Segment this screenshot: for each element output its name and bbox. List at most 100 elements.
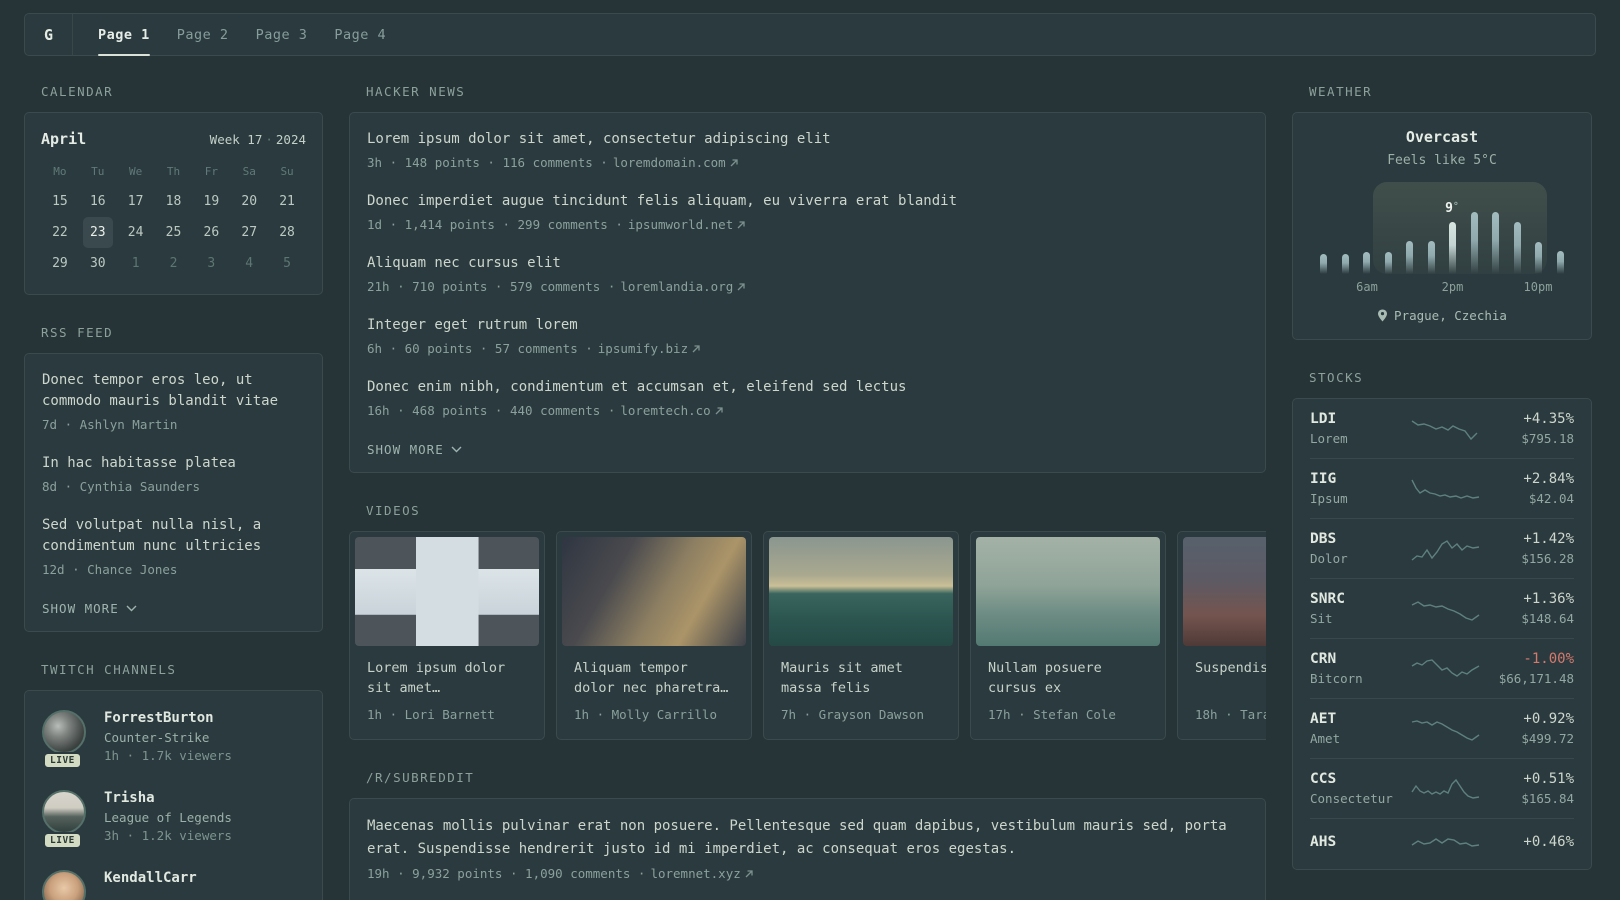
calendar-week-number: Week 17 (209, 132, 263, 147)
hn-item-title[interactable]: Aliquam nec cursus elit (367, 253, 1248, 274)
hn-item: Lorem ipsum dolor sit amet, consectetur … (367, 129, 1248, 170)
stock-price: $499.72 (1521, 731, 1574, 746)
video-thumbnail[interactable] (1183, 537, 1266, 646)
calendar-day[interactable]: 29 (45, 248, 75, 279)
top-nav: G Page 1 Page 2 Page 3 Page 4 (24, 13, 1596, 56)
hn-item: Donec imperdiet augue tincidunt felis al… (367, 191, 1248, 232)
weekday-label: We (129, 165, 143, 178)
stock-symbol[interactable]: CCS (1310, 771, 1406, 787)
subreddit-widget: /R/SUBREDDIT Maecenas mollis pulvinar er… (349, 770, 1266, 900)
hn-item-title[interactable]: Lorem ipsum dolor sit amet, consectetur … (367, 129, 1248, 150)
stock-symbol[interactable]: LDI (1310, 411, 1406, 427)
calendar-day[interactable]: 24 (121, 217, 151, 248)
calendar-day[interactable]: 4 (234, 248, 264, 279)
reddit-post-domain-link[interactable]: loremnet.xyz (650, 866, 753, 881)
calendar-day[interactable]: 28 (272, 217, 302, 248)
video-thumbnail[interactable] (355, 537, 539, 646)
stock-row: AET Amet +0.92% $499.72 (1310, 698, 1574, 758)
video-title[interactable]: Mauris sit amet massa felis (781, 658, 941, 698)
stock-symbol[interactable]: AHS (1310, 834, 1406, 850)
calendar-day[interactable]: 20 (234, 186, 264, 217)
stock-symbol[interactable]: IIG (1310, 471, 1406, 487)
hn-item-title[interactable]: Donec imperdiet augue tincidunt felis al… (367, 191, 1248, 212)
stock-change: +0.51% (1523, 771, 1574, 787)
rss-header: RSS FEED (41, 325, 114, 340)
video-card: Mauris sit amet massa felis 7h · Grayson… (763, 531, 959, 740)
hn-item-title[interactable]: Integer eget rutrum lorem (367, 315, 1248, 336)
stock-symbol[interactable]: CRN (1310, 651, 1406, 667)
rss-item-title[interactable]: Sed volutpat nulla nisl, a condimentum n… (42, 515, 305, 557)
calendar-day-selected[interactable]: 23 (82, 217, 113, 248)
hackernews-show-more-button[interactable]: SHOW MORE (367, 442, 462, 457)
video-thumbnail[interactable] (976, 537, 1160, 646)
calendar-day[interactable]: 2 (158, 248, 188, 279)
rss-item-title[interactable]: In hac habitasse platea (42, 453, 305, 474)
calendar-day[interactable]: 22 (45, 217, 75, 248)
calendar-day[interactable]: 26 (196, 217, 226, 248)
video-card: Aliquam tempor dolor nec pharetra… 1h · … (556, 531, 752, 740)
hn-item-domain-link[interactable]: ipsumworld.net (628, 217, 746, 232)
hackernews-header: HACKER NEWS (366, 84, 466, 99)
stock-row: DBS Dolor +1.42% $156.28 (1310, 518, 1574, 578)
stock-symbol[interactable]: DBS (1310, 531, 1406, 547)
calendar-day[interactable]: 3 (196, 248, 226, 279)
reddit-post-domain: loremnet.xyz (650, 866, 741, 881)
video-title[interactable]: Aliquam tempor dolor nec pharetra… (574, 658, 734, 698)
current-temperature: 9° (1445, 201, 1459, 216)
reddit-post-stats: 19h · 9,932 points · 1,090 comments · (367, 866, 646, 881)
twitch-channel-row: KendallCarr (42, 870, 305, 900)
twitch-channel-meta: 3h · 1.2k viewers (104, 828, 232, 843)
weather-bar (1384, 252, 1392, 274)
calendar-day[interactable]: 27 (234, 217, 264, 248)
video-title[interactable]: Lorem ipsum dolor sit amet consectetu… (367, 658, 527, 698)
video-title[interactable]: Nullam posuere cursus ex (988, 658, 1148, 698)
weekday-label: Th (166, 165, 181, 178)
calendar-day[interactable]: 1 (121, 248, 151, 279)
separator-dot: · (265, 132, 273, 147)
stock-symbol[interactable]: SNRC (1310, 591, 1406, 607)
show-more-label: SHOW MORE (42, 601, 119, 616)
stock-symbol[interactable]: AET (1310, 711, 1406, 727)
calendar-day[interactable]: 25 (158, 217, 188, 248)
logo[interactable]: G (25, 14, 73, 55)
reddit-post-title[interactable]: Maecenas mollis pulvinar erat non posuer… (367, 815, 1248, 861)
hn-item-meta: 6h · 60 points · 57 comments · ipsumify.… (367, 341, 1248, 356)
stocks-header: STOCKS (1309, 370, 1364, 385)
hn-item-title[interactable]: Donec enim nibh, condimentum et accumsan… (367, 377, 1248, 398)
hn-item-meta: 1d · 1,414 points · 299 comments · ipsum… (367, 217, 1248, 232)
video-meta: 1h · Molly Carrillo (574, 707, 717, 722)
live-badge: LIVE (43, 832, 82, 849)
twitch-channel-name[interactable]: Trisha (104, 790, 232, 806)
stock-change: +2.84% (1523, 471, 1574, 487)
calendar-day[interactable]: 16 (83, 186, 113, 217)
video-card: Lorem ipsum dolor sit amet consectetu… 1… (349, 531, 545, 740)
calendar-widget: CALENDAR April Week 17 · 2024 Mo Tu We Th … (24, 84, 323, 295)
videos-header: VIDEOS (366, 503, 421, 518)
calendar-day[interactable]: 17 (121, 186, 151, 217)
calendar-day[interactable]: 15 (45, 186, 75, 217)
calendar-day[interactable]: 5 (272, 248, 302, 279)
video-thumbnail[interactable] (562, 537, 746, 646)
rss-item-title[interactable]: Donec tempor eros leo, ut commodo mauris… (42, 370, 305, 412)
tab-page-1[interactable]: Page 1 (98, 14, 150, 56)
video-thumbnail[interactable] (769, 537, 953, 646)
hour-label: 2pm (1441, 280, 1464, 294)
tab-page-4[interactable]: Page 4 (334, 14, 386, 55)
weekday-label: Fr (204, 165, 218, 178)
calendar-day[interactable]: 19 (196, 186, 226, 217)
rss-show-more-button[interactable]: SHOW MORE (42, 601, 137, 616)
calendar-day[interactable]: 21 (272, 186, 302, 217)
hn-item-domain-link[interactable]: loremdomain.com (613, 155, 739, 170)
video-title[interactable]: Suspendisse diam (1195, 658, 1266, 698)
calendar-day[interactable]: 30 (83, 248, 113, 279)
hn-item-domain-link[interactable]: ipsumify.biz (598, 341, 701, 356)
stock-name: Amet (1310, 731, 1341, 746)
hn-item-domain-link[interactable]: loremtech.co (620, 403, 723, 418)
tab-page-2[interactable]: Page 2 (177, 14, 229, 55)
tab-page-3[interactable]: Page 3 (256, 14, 308, 55)
twitch-channel-name[interactable]: ForrestBurton (104, 710, 232, 726)
stock-sparkline (1406, 596, 1486, 622)
calendar-day[interactable]: 18 (158, 186, 188, 217)
twitch-channel-name[interactable]: KendallCarr (104, 870, 197, 886)
hn-item-domain-link[interactable]: loremlandia.org (620, 279, 746, 294)
